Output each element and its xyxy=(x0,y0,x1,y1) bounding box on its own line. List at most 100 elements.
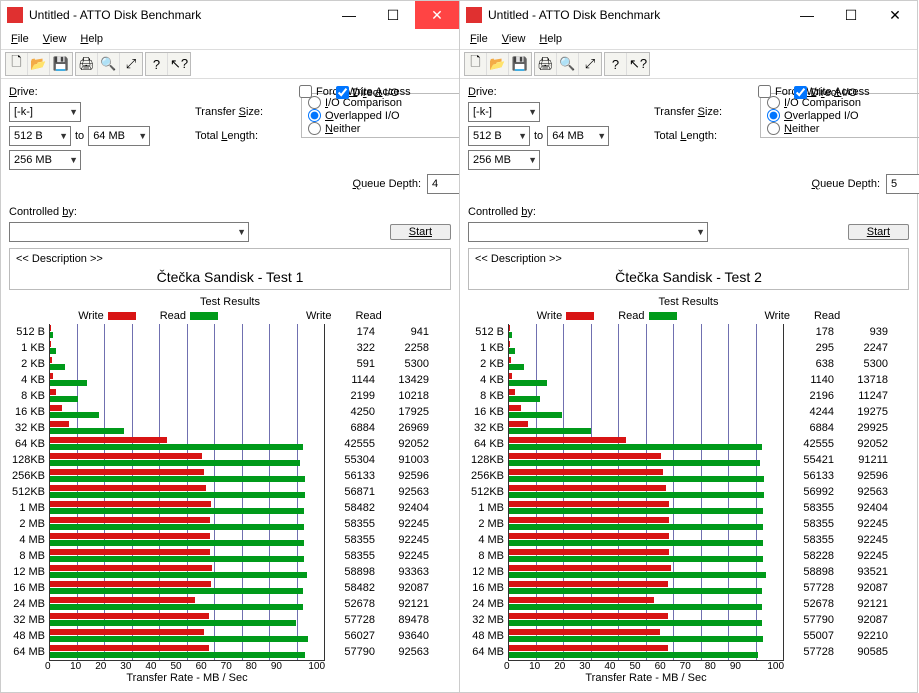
read-value: 92245 xyxy=(379,532,433,548)
open-icon[interactable]: 📂 xyxy=(28,53,50,75)
preview-icon[interactable]: 🔍 xyxy=(557,53,579,75)
select[interactable]: [-k-]▼ xyxy=(468,102,540,122)
help-icon[interactable]: ? xyxy=(146,53,168,75)
menu-view[interactable]: View xyxy=(496,31,532,47)
description-box[interactable]: << Description >> Čtečka Sandisk - Test … xyxy=(9,248,451,290)
read-bar xyxy=(509,492,764,498)
description-box[interactable]: << Description >> Čtečka Sandisk - Test … xyxy=(468,248,909,290)
zoom-icon[interactable]: ⤢ xyxy=(120,53,142,75)
read-bar xyxy=(509,572,766,578)
toolbar: 🗋 📂 💾 🖨 🔍 ⤢ ? ↖? xyxy=(1,49,459,79)
write-value: 55421 xyxy=(784,452,838,468)
menu-help[interactable]: Help xyxy=(533,31,568,47)
minimize-button[interactable]: — xyxy=(327,1,371,29)
controlled-by-label: Controlled by: xyxy=(468,206,536,218)
read-value: 941 xyxy=(379,324,433,340)
row-label: 8 KB xyxy=(468,388,508,404)
write-value: 58228 xyxy=(784,548,838,564)
close-button[interactable]: ✕ xyxy=(873,1,917,29)
write-value: 58355 xyxy=(325,516,379,532)
read-value: 92087 xyxy=(379,580,433,596)
chevron-down-icon: ▼ xyxy=(65,155,78,165)
write-bar xyxy=(509,533,669,539)
select[interactable]: 256 MB▼ xyxy=(468,150,540,170)
write-bar xyxy=(509,501,669,507)
direct-io-checkbox[interactable]: Direct I/O xyxy=(336,86,399,99)
row-label: 64 MB xyxy=(9,644,49,660)
bar-cell xyxy=(508,404,784,420)
new-icon[interactable]: 🗋 xyxy=(465,53,487,75)
open-icon[interactable]: 📂 xyxy=(487,53,509,75)
maximize-button[interactable]: ☐ xyxy=(371,1,415,29)
select[interactable]: 64 MB▼ xyxy=(547,126,609,146)
write-bar xyxy=(50,357,52,363)
select[interactable]: ▼ xyxy=(9,222,249,242)
bar-cell xyxy=(508,628,784,644)
titlebar: Untitled - ATTO Disk Benchmark — ☐ ✕ xyxy=(460,1,917,29)
write-bar xyxy=(509,389,515,395)
bar-cell xyxy=(508,532,784,548)
titlebar: Untitled - ATTO Disk Benchmark — ☐ ✕ xyxy=(1,1,459,29)
menu-file[interactable]: File xyxy=(464,31,494,47)
help-icon[interactable]: ? xyxy=(605,53,627,75)
whatsthis-icon[interactable]: ↖? xyxy=(627,53,649,75)
whatsthis-icon[interactable]: ↖? xyxy=(168,53,190,75)
queue-depth-label: Queue Depth: xyxy=(353,178,422,190)
maximize-button[interactable]: ☐ xyxy=(829,1,873,29)
read-value: 2247 xyxy=(838,340,892,356)
write-bar xyxy=(50,645,209,651)
read-bar xyxy=(50,380,87,386)
preview-icon[interactable]: 🔍 xyxy=(98,53,120,75)
print-icon[interactable]: 🖨 xyxy=(76,53,98,75)
neither-radio[interactable]: Neither xyxy=(308,122,464,135)
read-bar xyxy=(509,636,763,642)
write-value: 56133 xyxy=(784,468,838,484)
direct-io-checkbox[interactable]: Direct I/O xyxy=(794,86,857,99)
neither-radio[interactable]: Neither xyxy=(767,122,919,135)
bar-cell xyxy=(49,388,325,404)
overlapped-io-radio[interactable]: Overlapped I/O xyxy=(308,109,464,122)
row-label: 24 MB xyxy=(9,596,49,612)
overlapped-io-radio[interactable]: Overlapped I/O xyxy=(767,109,919,122)
read-value: 13429 xyxy=(379,372,433,388)
bar-cell xyxy=(508,468,784,484)
row-label: 8 MB xyxy=(468,548,508,564)
menu-view[interactable]: View xyxy=(37,31,73,47)
read-value: 92245 xyxy=(379,548,433,564)
read-value: 29925 xyxy=(838,420,892,436)
drive-label: Drive: xyxy=(9,86,189,98)
menu-help[interactable]: Help xyxy=(74,31,109,47)
write-bar xyxy=(50,373,53,379)
read-value: 11247 xyxy=(838,388,892,404)
write-value: 56871 xyxy=(325,484,379,500)
zoom-icon[interactable]: ⤢ xyxy=(579,53,601,75)
save-icon[interactable]: 💾 xyxy=(50,53,72,75)
start-button[interactable]: Start xyxy=(390,224,451,240)
print-icon[interactable]: 🖨 xyxy=(535,53,557,75)
close-button[interactable]: ✕ xyxy=(415,1,459,29)
write-bar xyxy=(50,453,202,459)
write-value: 6884 xyxy=(784,420,838,436)
select[interactable]: ▼ xyxy=(468,222,708,242)
select[interactable]: 512 B▼ xyxy=(9,126,71,146)
write-bar xyxy=(50,501,211,507)
save-icon[interactable]: 💾 xyxy=(509,53,531,75)
start-button[interactable]: Start xyxy=(848,224,909,240)
write-value: 1140 xyxy=(784,372,838,388)
row-label: 1 MB xyxy=(468,500,508,516)
select[interactable]: 5▼ xyxy=(886,174,919,194)
row-label: 32 MB xyxy=(9,612,49,628)
select[interactable]: 256 MB▼ xyxy=(9,150,81,170)
new-icon[interactable]: 🗋 xyxy=(6,53,28,75)
select[interactable]: 512 B▼ xyxy=(468,126,530,146)
menu-file[interactable]: File xyxy=(5,31,35,47)
minimize-button[interactable]: — xyxy=(785,1,829,29)
write-value: 52678 xyxy=(325,596,379,612)
select[interactable]: 64 MB▼ xyxy=(88,126,150,146)
read-value: 2258 xyxy=(379,340,433,356)
select[interactable]: [-k-]▼ xyxy=(9,102,81,122)
read-value: 13718 xyxy=(838,372,892,388)
read-value: 92404 xyxy=(379,500,433,516)
read-bar xyxy=(50,604,303,610)
bar-cell xyxy=(49,548,325,564)
